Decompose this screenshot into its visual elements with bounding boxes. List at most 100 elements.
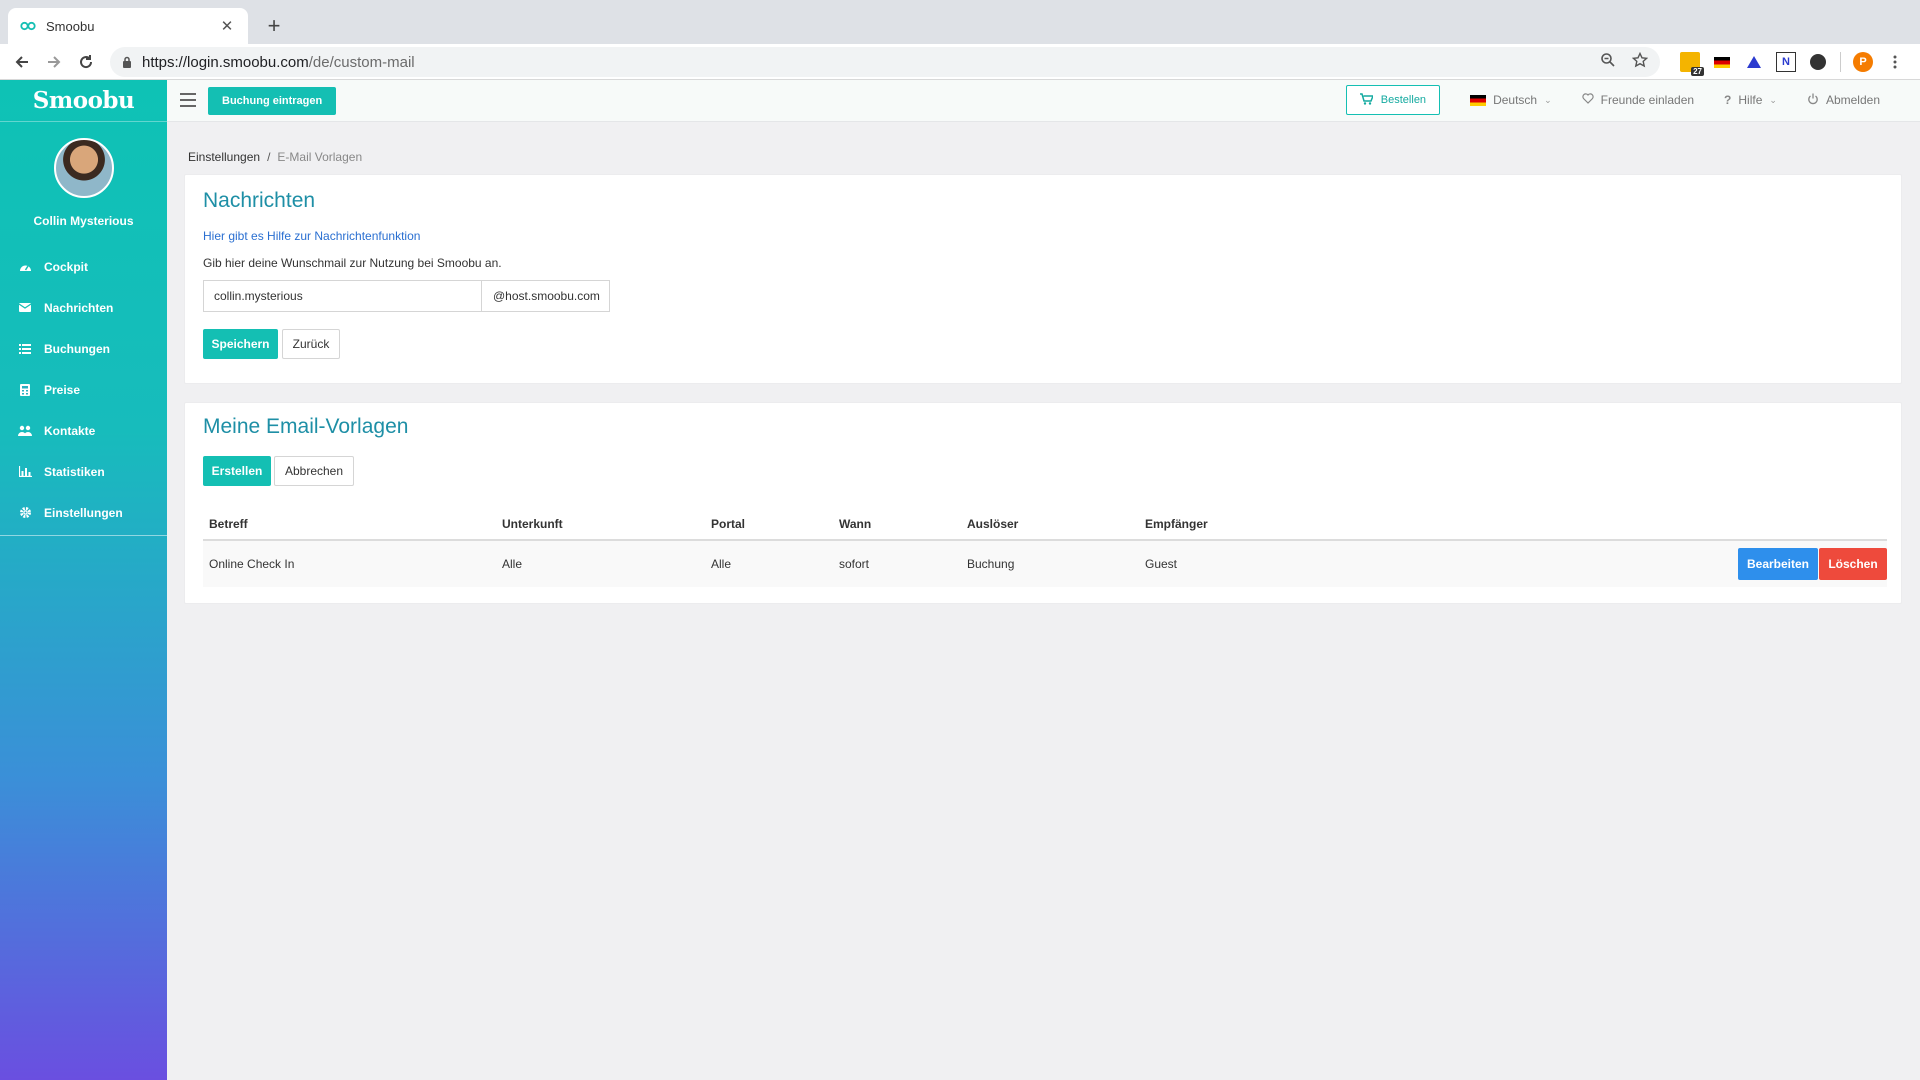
calendar-badge: 27 <box>1691 67 1704 76</box>
language-label: Deutsch <box>1493 93 1538 107</box>
chevron-down-icon: ⌄ <box>1544 94 1552 105</box>
column-header-when[interactable]: Wann <box>839 509 871 539</box>
app-topbar: Buchung eintragen Bestellen Deutsch ⌄ Fr… <box>167 80 1920 122</box>
sidebar-item-preise[interactable]: Preise <box>0 369 167 410</box>
url-text: https://login.smoobu.com/de/custom-mail <box>142 53 415 71</box>
cell-trigger: Buchung <box>967 557 1015 571</box>
messages-card: Nachrichten Hier gibt es Hilfe zur Nachr… <box>184 174 1902 384</box>
dark-circle-extension-icon[interactable] <box>1808 52 1828 72</box>
tab-title: Smoobu <box>46 18 95 34</box>
sidebar-item-statistiken[interactable]: Statistiken <box>0 451 167 492</box>
bookmark-star-icon[interactable] <box>1631 51 1649 71</box>
list-icon <box>18 342 32 356</box>
invite-friends-link[interactable]: Freunde einladen <box>1582 93 1694 107</box>
sidebar-item-kontakte[interactable]: Kontakte <box>0 410 167 451</box>
email-input-group: collin.mysterious @host.smoobu.com <box>203 280 610 312</box>
column-header-trigger[interactable]: Auslöser <box>967 509 1018 539</box>
help-label: Hilfe <box>1738 93 1763 107</box>
browser-menu-icon[interactable] <box>1885 52 1905 72</box>
tab-close-icon[interactable]: ✕ <box>218 17 236 35</box>
logout-label: Abmelden <box>1825 93 1880 107</box>
column-header-subject[interactable]: Betreff <box>209 509 248 539</box>
cell-subject: Online Check In <box>209 557 295 571</box>
reload-icon[interactable] <box>72 48 100 76</box>
email-domain-addon: @host.smoobu.com <box>482 280 610 312</box>
sidebar-item-einstellungen[interactable]: Einstellungen <box>0 492 167 533</box>
add-booking-button[interactable]: Buchung eintragen <box>208 87 337 115</box>
sidebar-item-label: Kontakte <box>44 423 96 438</box>
triangle-extension-icon[interactable] <box>1744 52 1764 72</box>
profile-avatar[interactable]: P <box>1853 52 1873 72</box>
german-flag-extension-icon[interactable] <box>1712 52 1732 72</box>
forward-icon[interactable] <box>40 48 68 76</box>
edit-button[interactable]: Bearbeiten <box>1738 548 1818 580</box>
hamburger-menu-icon[interactable] <box>180 93 196 107</box>
breadcrumb-parent[interactable]: Einstellungen <box>188 150 260 164</box>
german-flag-icon <box>1470 94 1487 106</box>
heart-icon <box>1582 93 1594 107</box>
sidebar-item-buchungen[interactable]: Buchungen <box>0 328 167 369</box>
bar-chart-icon <box>18 465 32 479</box>
cell-portal: Alle <box>711 557 732 571</box>
invite-label: Freunde einladen <box>1600 93 1695 107</box>
help-dropdown[interactable]: ? Hilfe ⌄ <box>1724 93 1777 107</box>
create-button[interactable]: Erstellen <box>203 456 271 486</box>
sidebar-item-label: Statistiken <box>44 464 105 479</box>
browser-tabbar: Smoobu ✕ + <box>0 0 1920 44</box>
user-avatar[interactable] <box>53 138 114 198</box>
smoobu-favicon-icon <box>20 18 36 34</box>
zoom-icon[interactable] <box>1600 52 1616 71</box>
column-header-property[interactable]: Unterkunft <box>502 509 563 539</box>
breadcrumb-separator: / <box>267 150 271 164</box>
lock-icon <box>122 56 132 68</box>
messages-description: Gib hier deine Wunschmail zur Nutzung be… <box>203 256 502 270</box>
address-bar[interactable]: https://login.smoobu.com/de/custom-mail <box>110 47 1660 77</box>
sidebar: Smoobu Collin Mysterious Cockpit Nachric… <box>0 80 167 1080</box>
messages-help-link[interactable]: Hier gibt es Hilfe zur Nachrichtenfunkti… <box>203 229 420 243</box>
messages-title: Nachrichten <box>203 189 316 212</box>
sidebar-item-nachrichten[interactable]: Nachrichten <box>0 287 167 328</box>
order-label: Bestellen <box>1380 94 1427 106</box>
logo-bar: Smoobu <box>0 80 167 122</box>
back-button[interactable]: Zurück <box>282 329 340 359</box>
smoobu-logo[interactable]: Smoobu <box>33 87 135 114</box>
cancel-button[interactable]: Abbrechen <box>274 456 354 486</box>
language-dropdown[interactable]: Deutsch ⌄ <box>1470 93 1552 107</box>
n-extension-icon[interactable]: N <box>1776 52 1796 72</box>
sidebar-nav: Cockpit Nachrichten Buchungen Preise Kon… <box>0 246 167 536</box>
user-name[interactable]: Collin Mysterious <box>0 214 167 228</box>
sidebar-item-label: Buchungen <box>44 341 110 356</box>
sidebar-item-label: Preise <box>44 382 81 397</box>
logout-link[interactable]: Abmelden <box>1807 93 1880 108</box>
browser-toolbar: https://login.smoobu.com/de/custom-mail … <box>0 44 1920 80</box>
chevron-down-icon: ⌄ <box>1769 94 1777 105</box>
save-button[interactable]: Speichern <box>203 329 278 359</box>
new-tab-icon[interactable]: + <box>260 12 288 40</box>
back-icon[interactable] <box>8 48 36 76</box>
email-field[interactable]: collin.mysterious <box>203 280 482 312</box>
browser-tab[interactable]: Smoobu ✕ <box>8 8 248 44</box>
cart-icon <box>1359 92 1374 108</box>
templates-title: Meine Email-Vorlagen <box>203 415 409 438</box>
sidebar-item-label: Einstellungen <box>44 505 123 520</box>
table-row: Online Check In Alle Alle sofort Buchung… <box>203 541 1887 587</box>
gear-icon <box>18 506 32 520</box>
toolbar-separator <box>1840 52 1841 72</box>
column-header-recipient[interactable]: Empfänger <box>1145 509 1208 539</box>
column-header-portal[interactable]: Portal <box>711 509 745 539</box>
sidebar-item-cockpit[interactable]: Cockpit <box>0 246 167 287</box>
calculator-icon <box>18 383 32 397</box>
dashboard-icon <box>18 260 32 274</box>
cell-property: Alle <box>502 557 523 571</box>
calendar-extension-icon[interactable]: 27 <box>1680 52 1704 76</box>
sidebar-item-label: Cockpit <box>44 259 89 274</box>
templates-card: Meine Email-Vorlagen Erstellen Abbrechen… <box>184 402 1902 604</box>
envelope-icon <box>18 301 32 315</box>
cell-recipient: Guest <box>1145 557 1178 571</box>
users-icon <box>18 424 32 438</box>
power-icon <box>1807 93 1819 108</box>
breadcrumb-current: E-Mail Vorlagen <box>277 150 363 164</box>
order-button[interactable]: Bestellen <box>1345 85 1441 115</box>
breadcrumb: Einstellungen / E-Mail Vorlagen <box>188 150 362 164</box>
delete-button[interactable]: Löschen <box>1819 548 1887 580</box>
